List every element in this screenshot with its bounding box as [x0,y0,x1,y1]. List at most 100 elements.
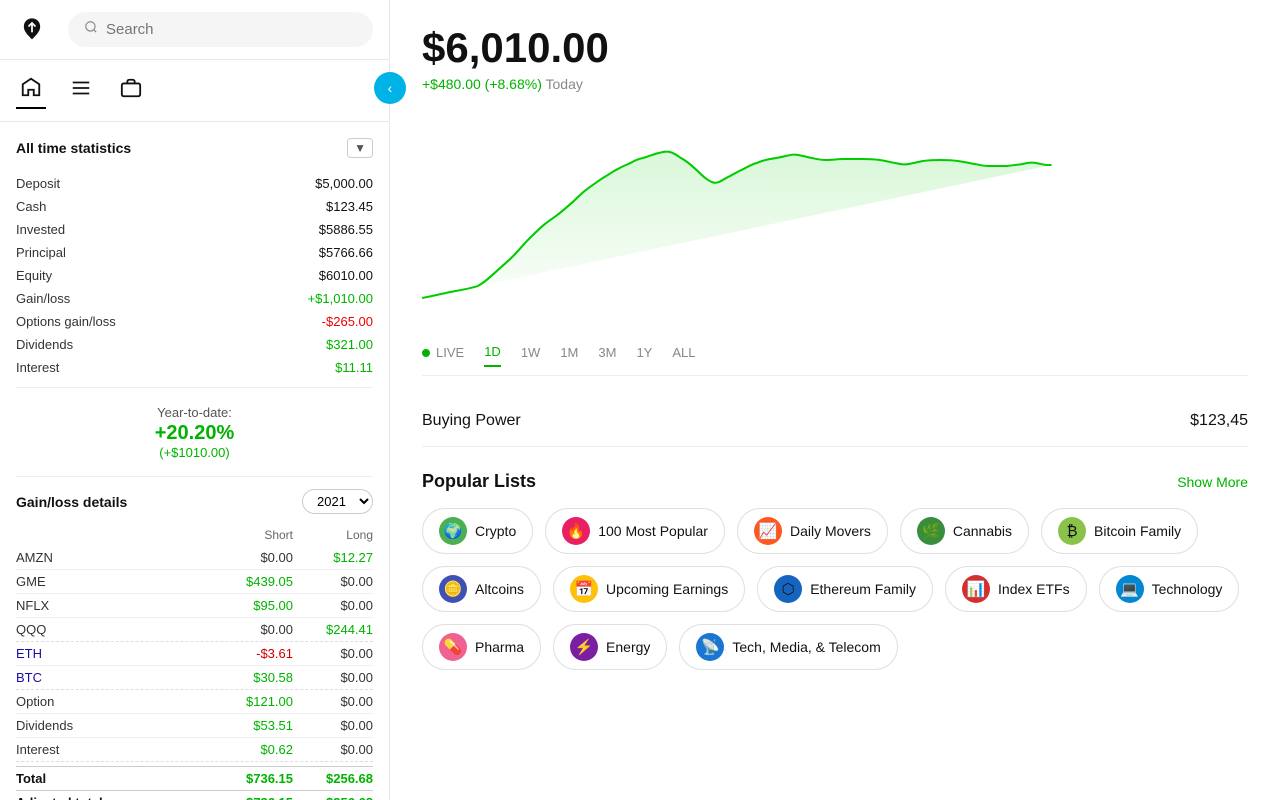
table-row: Option $121.00 $0.00 [16,690,373,714]
nav-orders[interactable] [66,73,96,108]
time-filter-3m[interactable]: 3M [598,345,616,366]
search-bar[interactable] [68,12,373,47]
show-more-button[interactable]: Show More [1177,474,1248,490]
list-chip[interactable]: 📊 Index ETFs [945,566,1087,612]
table-row: Dividends $53.51 $0.00 [16,714,373,738]
chip-label: Crypto [475,523,516,539]
collapse-sidebar-button[interactable]: ‹ [374,72,406,104]
row-ticker: Dividends [16,718,213,733]
ytd-section: Year-to-date: +20.20% (+$1010.00) [16,387,373,477]
chip-label: Pharma [475,639,524,655]
list-chip[interactable]: 📈 Daily Movers [737,508,888,554]
list-chip[interactable]: 🌍 Crypto [422,508,533,554]
table-row: GME $439.05 $0.00 [16,570,373,594]
stat-label: Invested [16,222,65,237]
row-ticker: AMZN [16,550,213,565]
row-long: $0.00 [293,670,373,685]
gain-loss-title: Gain/loss details [16,494,127,510]
all-time-title: All time statistics [16,140,131,156]
row-long: $0.00 [293,646,373,661]
list-chip[interactable]: ⚡ Energy [553,624,667,670]
chip-label: Energy [606,639,650,655]
search-input[interactable] [106,21,357,38]
row-short: $0.00 [213,622,293,637]
row-long: $244.41 [293,622,373,637]
nav-home[interactable] [16,72,46,109]
list-chip[interactable]: 💻 Technology [1099,566,1240,612]
row-long: $0.00 [293,598,373,613]
total-long: $256.68 [293,771,373,786]
row-ticker[interactable]: ETH [16,646,213,661]
stat-label: Gain/loss [16,291,70,306]
row-long: $12.27 [293,550,373,565]
nav-portfolio[interactable] [116,73,146,108]
chip-icon: 📈 [754,517,782,545]
chip-icon: 🪙 [439,575,467,603]
col-short-header: Short [213,528,293,542]
list-chip[interactable]: 📅 Upcoming Earnings [553,566,745,612]
stat-row: Deposit $5,000.00 [16,172,373,195]
main-content: $6,010.00 +$480.00 (+8.68%) Today LIVE1D… [390,0,1280,800]
stat-value: +$1,010.00 [308,291,373,306]
time-filter-1m[interactable]: 1M [560,345,578,366]
list-chip[interactable]: 🪙 Altcoins [422,566,541,612]
row-short: $0.00 [213,550,293,565]
time-filter-live[interactable]: LIVE [422,345,464,366]
row-short: -$3.61 [213,646,293,661]
stat-value: $123.45 [326,199,373,214]
stat-row: Interest $11.11 [16,356,373,379]
time-filter-label: 1M [560,345,578,360]
stat-label: Equity [16,268,52,283]
list-chip[interactable]: ⬡ Ethereum Family [757,566,933,612]
time-filters: LIVE 1D 1W 1M 3M 1Y ALL [422,336,1248,376]
year-select[interactable]: 2021 2020 2019 [302,489,373,514]
time-filter-1y[interactable]: 1Y [636,345,652,366]
col-name-header [16,528,213,542]
adj-total-label: Adjusted total [16,795,213,800]
time-filter-label: 1W [521,345,541,360]
row-long: $0.00 [293,694,373,709]
row-ticker: Option [16,694,213,709]
chip-icon: ⚡ [570,633,598,661]
list-chip[interactable]: 📡 Tech, Media, & Telecom [679,624,897,670]
stat-row: Options gain/loss -$265.00 [16,310,373,333]
row-long: $0.00 [293,574,373,589]
popular-lists-grid: 🌍 Crypto 🔥 100 Most Popular 📈 Daily Move… [422,508,1248,670]
stat-row: Dividends $321.00 [16,333,373,356]
table-row: AMZN $0.00 $12.27 [16,546,373,570]
row-ticker[interactable]: BTC [16,670,213,685]
stat-value: $321.00 [326,337,373,352]
buying-power: Buying Power $123,45 [422,396,1248,447]
time-filter-label: ALL [672,345,695,360]
table-row: ETH -$3.61 $0.00 [16,642,373,666]
table-row: BTC $30.58 $0.00 [16,666,373,690]
gain-loss-section: Gain/loss details 2021 2020 2019 Short L… [16,489,373,800]
portfolio-chart [422,108,1248,328]
list-chip[interactable]: 🔥 100 Most Popular [545,508,725,554]
stat-value: $5,000.00 [315,176,373,191]
chip-icon: 📊 [962,575,990,603]
row-short: $53.51 [213,718,293,733]
row-ticker: GME [16,574,213,589]
stat-row: Gain/loss +$1,010.00 [16,287,373,310]
portfolio-value: $6,010.00 [422,24,1248,72]
list-chip[interactable]: ₿ Bitcoin Family [1041,508,1198,554]
row-short: $30.58 [213,670,293,685]
row-ticker: NFLX [16,598,213,613]
chip-label: Technology [1152,581,1223,597]
list-chip[interactable]: 🌿 Cannabis [900,508,1029,554]
gain-loss-header: Gain/loss details 2021 2020 2019 [16,489,373,514]
ytd-pct: +20.20% [16,422,373,445]
time-filter-label: 1D [484,344,501,359]
stat-row: Cash $123.45 [16,195,373,218]
list-chip[interactable]: 💊 Pharma [422,624,541,670]
time-filter-1w[interactable]: 1W [521,345,541,366]
stat-value: $6010.00 [319,268,373,283]
chart-container [422,108,1248,328]
time-filter-1d[interactable]: 1D [484,344,501,367]
stat-row: Principal $5766.66 [16,241,373,264]
row-long: $0.00 [293,742,373,757]
stats-dropdown[interactable]: ▼ [347,138,373,158]
time-filter-all[interactable]: ALL [672,345,695,366]
sidebar: All time statistics ▼ Deposit $5,000.00C… [0,0,390,800]
